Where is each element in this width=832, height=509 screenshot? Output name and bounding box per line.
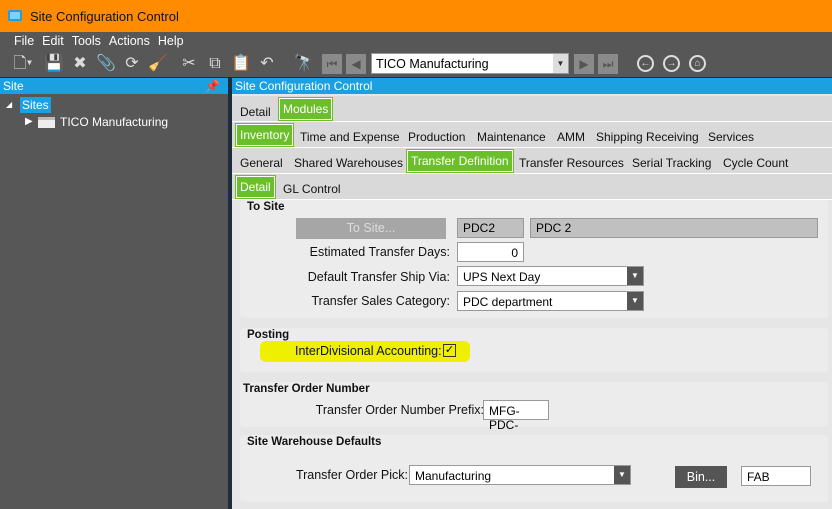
site-tree: ◢ Sites ▶ TICO Manufacturing xyxy=(0,94,228,509)
undo-icon[interactable]: ↶ xyxy=(256,53,278,75)
forward-icon[interactable]: → xyxy=(663,55,680,72)
save-icon[interactable]: 💾 xyxy=(43,53,65,75)
title-bar: Site Configuration Control xyxy=(0,0,832,32)
tab-cycle-count[interactable]: Cycle Count xyxy=(723,156,788,170)
tab-time-expense[interactable]: Time and Expense xyxy=(300,130,400,144)
collapse-icon[interactable]: ◢ xyxy=(6,100,12,109)
tab-general[interactable]: General xyxy=(240,156,283,170)
prefix-input[interactable]: MFG-PDC- xyxy=(483,400,549,432)
tab-maintenance[interactable]: Maintenance xyxy=(477,130,546,144)
group-title: Posting xyxy=(247,329,290,341)
tab-detail-sub[interactable]: Detail xyxy=(235,175,276,199)
to-site-group: To Site To Site... PDC2 PDC 2 Estimated … xyxy=(240,200,828,318)
posting-group: Posting InterDivisional Accounting: ✓ xyxy=(240,328,828,372)
content-header: Site Configuration Control xyxy=(232,78,832,94)
next-record-icon[interactable]: ▶ xyxy=(574,54,594,74)
tab-serial-tracking[interactable]: Serial Tracking xyxy=(632,156,711,170)
clear-icon[interactable]: 🧹 xyxy=(147,53,169,75)
chevron-down-icon[interactable]: ▼ xyxy=(553,54,568,73)
tab-production[interactable]: Production xyxy=(408,130,465,144)
home-icon[interactable]: ⌂ xyxy=(689,55,706,72)
panel-title: Site xyxy=(3,79,24,93)
attachment-icon[interactable]: 📎 xyxy=(95,53,117,75)
transfer-order-pick-select[interactable]: Manufacturing ▼ xyxy=(409,465,631,485)
transfer-order-number-group: Transfer Order Number Transfer Order Num… xyxy=(240,382,828,432)
tab-shared-warehouses[interactable]: Shared Warehouses xyxy=(294,156,403,170)
ida-checkbox[interactable]: ✓ xyxy=(443,344,456,357)
menu-edit[interactable]: Edit xyxy=(38,32,68,50)
app-icon xyxy=(8,10,22,21)
tab-inventory[interactable]: Inventory xyxy=(234,123,295,147)
content: Detail Modules Inventory Time and Expens… xyxy=(232,94,832,509)
paste-icon[interactable]: 📋 xyxy=(230,53,252,75)
folder-icon xyxy=(38,117,55,128)
previous-record-icon[interactable]: ◀ xyxy=(346,54,366,74)
pick-label: Transfer Order Pick: xyxy=(295,468,408,482)
menu-bar: File Edit Tools Actions Help xyxy=(0,32,832,50)
expand-icon[interactable]: ▶ xyxy=(25,116,33,127)
copy-icon[interactable]: ⧉ xyxy=(204,53,226,75)
new-icon[interactable]: 🗋▾ xyxy=(12,53,34,75)
site-combo[interactable]: TICO Manufacturing ▼ xyxy=(371,53,569,74)
tab-modules[interactable]: Modules xyxy=(277,97,334,121)
tree-node-sites[interactable]: Sites xyxy=(20,97,51,113)
sales-cat-value: PDC department xyxy=(463,295,553,309)
prefix-label: Transfer Order Number Prefix: xyxy=(315,403,484,417)
tab-gl-control[interactable]: GL Control xyxy=(283,182,341,196)
site-panel-header: Site 📌 xyxy=(0,78,228,94)
menu-tools[interactable]: Tools xyxy=(68,32,105,50)
tab-transfer-resources[interactable]: Transfer Resources xyxy=(519,156,624,170)
site-name-field: PDC 2 xyxy=(530,218,818,238)
search-icon[interactable]: 🔭 xyxy=(293,53,315,75)
ship-via-select[interactable]: UPS Next Day ▼ xyxy=(457,266,644,286)
est-days-label: Estimated Transfer Days: xyxy=(309,245,450,259)
tree-node-tico[interactable]: TICO Manufacturing xyxy=(60,115,168,129)
est-transfer-days-input[interactable]: 0 xyxy=(457,242,524,262)
ship-via-value: UPS Next Day xyxy=(463,270,541,284)
tab-amm[interactable]: AMM xyxy=(557,130,585,144)
first-record-icon[interactable]: ⏮ xyxy=(322,54,342,74)
menu-help[interactable]: Help xyxy=(154,32,188,50)
chevron-down-icon[interactable]: ▼ xyxy=(627,292,643,310)
ship-via-label: Default Transfer Ship Via: xyxy=(307,270,450,284)
site-combo-value: TICO Manufacturing xyxy=(376,57,489,71)
group-title: To Site xyxy=(247,201,285,213)
menu-file[interactable]: File xyxy=(10,32,38,50)
site-id-field: PDC2 xyxy=(457,218,524,238)
refresh-icon[interactable]: ⟳ xyxy=(121,53,143,75)
tab-services[interactable]: Services xyxy=(708,130,754,144)
content-title: Site Configuration Control xyxy=(235,79,373,93)
last-record-icon[interactable]: ⏭ xyxy=(598,54,618,74)
chevron-down-icon[interactable]: ▼ xyxy=(614,466,630,484)
pick-value: Manufacturing xyxy=(415,469,492,483)
site-warehouse-defaults-group: Site Warehouse Defaults Transfer Order P… xyxy=(240,435,828,502)
group-title: Site Warehouse Defaults xyxy=(247,436,382,448)
back-icon[interactable]: ← xyxy=(637,55,654,72)
pin-icon[interactable]: 📌 xyxy=(205,79,220,93)
tab-transfer-definition[interactable]: Transfer Definition xyxy=(406,149,514,173)
bin-button[interactable]: Bin... xyxy=(675,466,727,488)
menu-actions[interactable]: Actions xyxy=(105,32,154,50)
group-title: Transfer Order Number xyxy=(243,383,370,395)
chevron-down-icon[interactable]: ▼ xyxy=(627,267,643,285)
tab-detail[interactable]: Detail xyxy=(240,105,271,119)
cut-icon[interactable]: ✂ xyxy=(178,53,200,75)
tab-shipping-receiving[interactable]: Shipping Receiving xyxy=(596,130,699,144)
sales-category-select[interactable]: PDC department ▼ xyxy=(457,291,644,311)
bin-input[interactable]: FAB xyxy=(741,466,811,486)
delete-icon[interactable]: ✖ xyxy=(69,53,91,75)
sales-cat-label: Transfer Sales Category: xyxy=(311,294,450,308)
ida-label: InterDivisional Accounting: xyxy=(295,344,442,358)
window-title: Site Configuration Control xyxy=(30,9,179,24)
to-site-button[interactable]: To Site... xyxy=(296,218,446,239)
